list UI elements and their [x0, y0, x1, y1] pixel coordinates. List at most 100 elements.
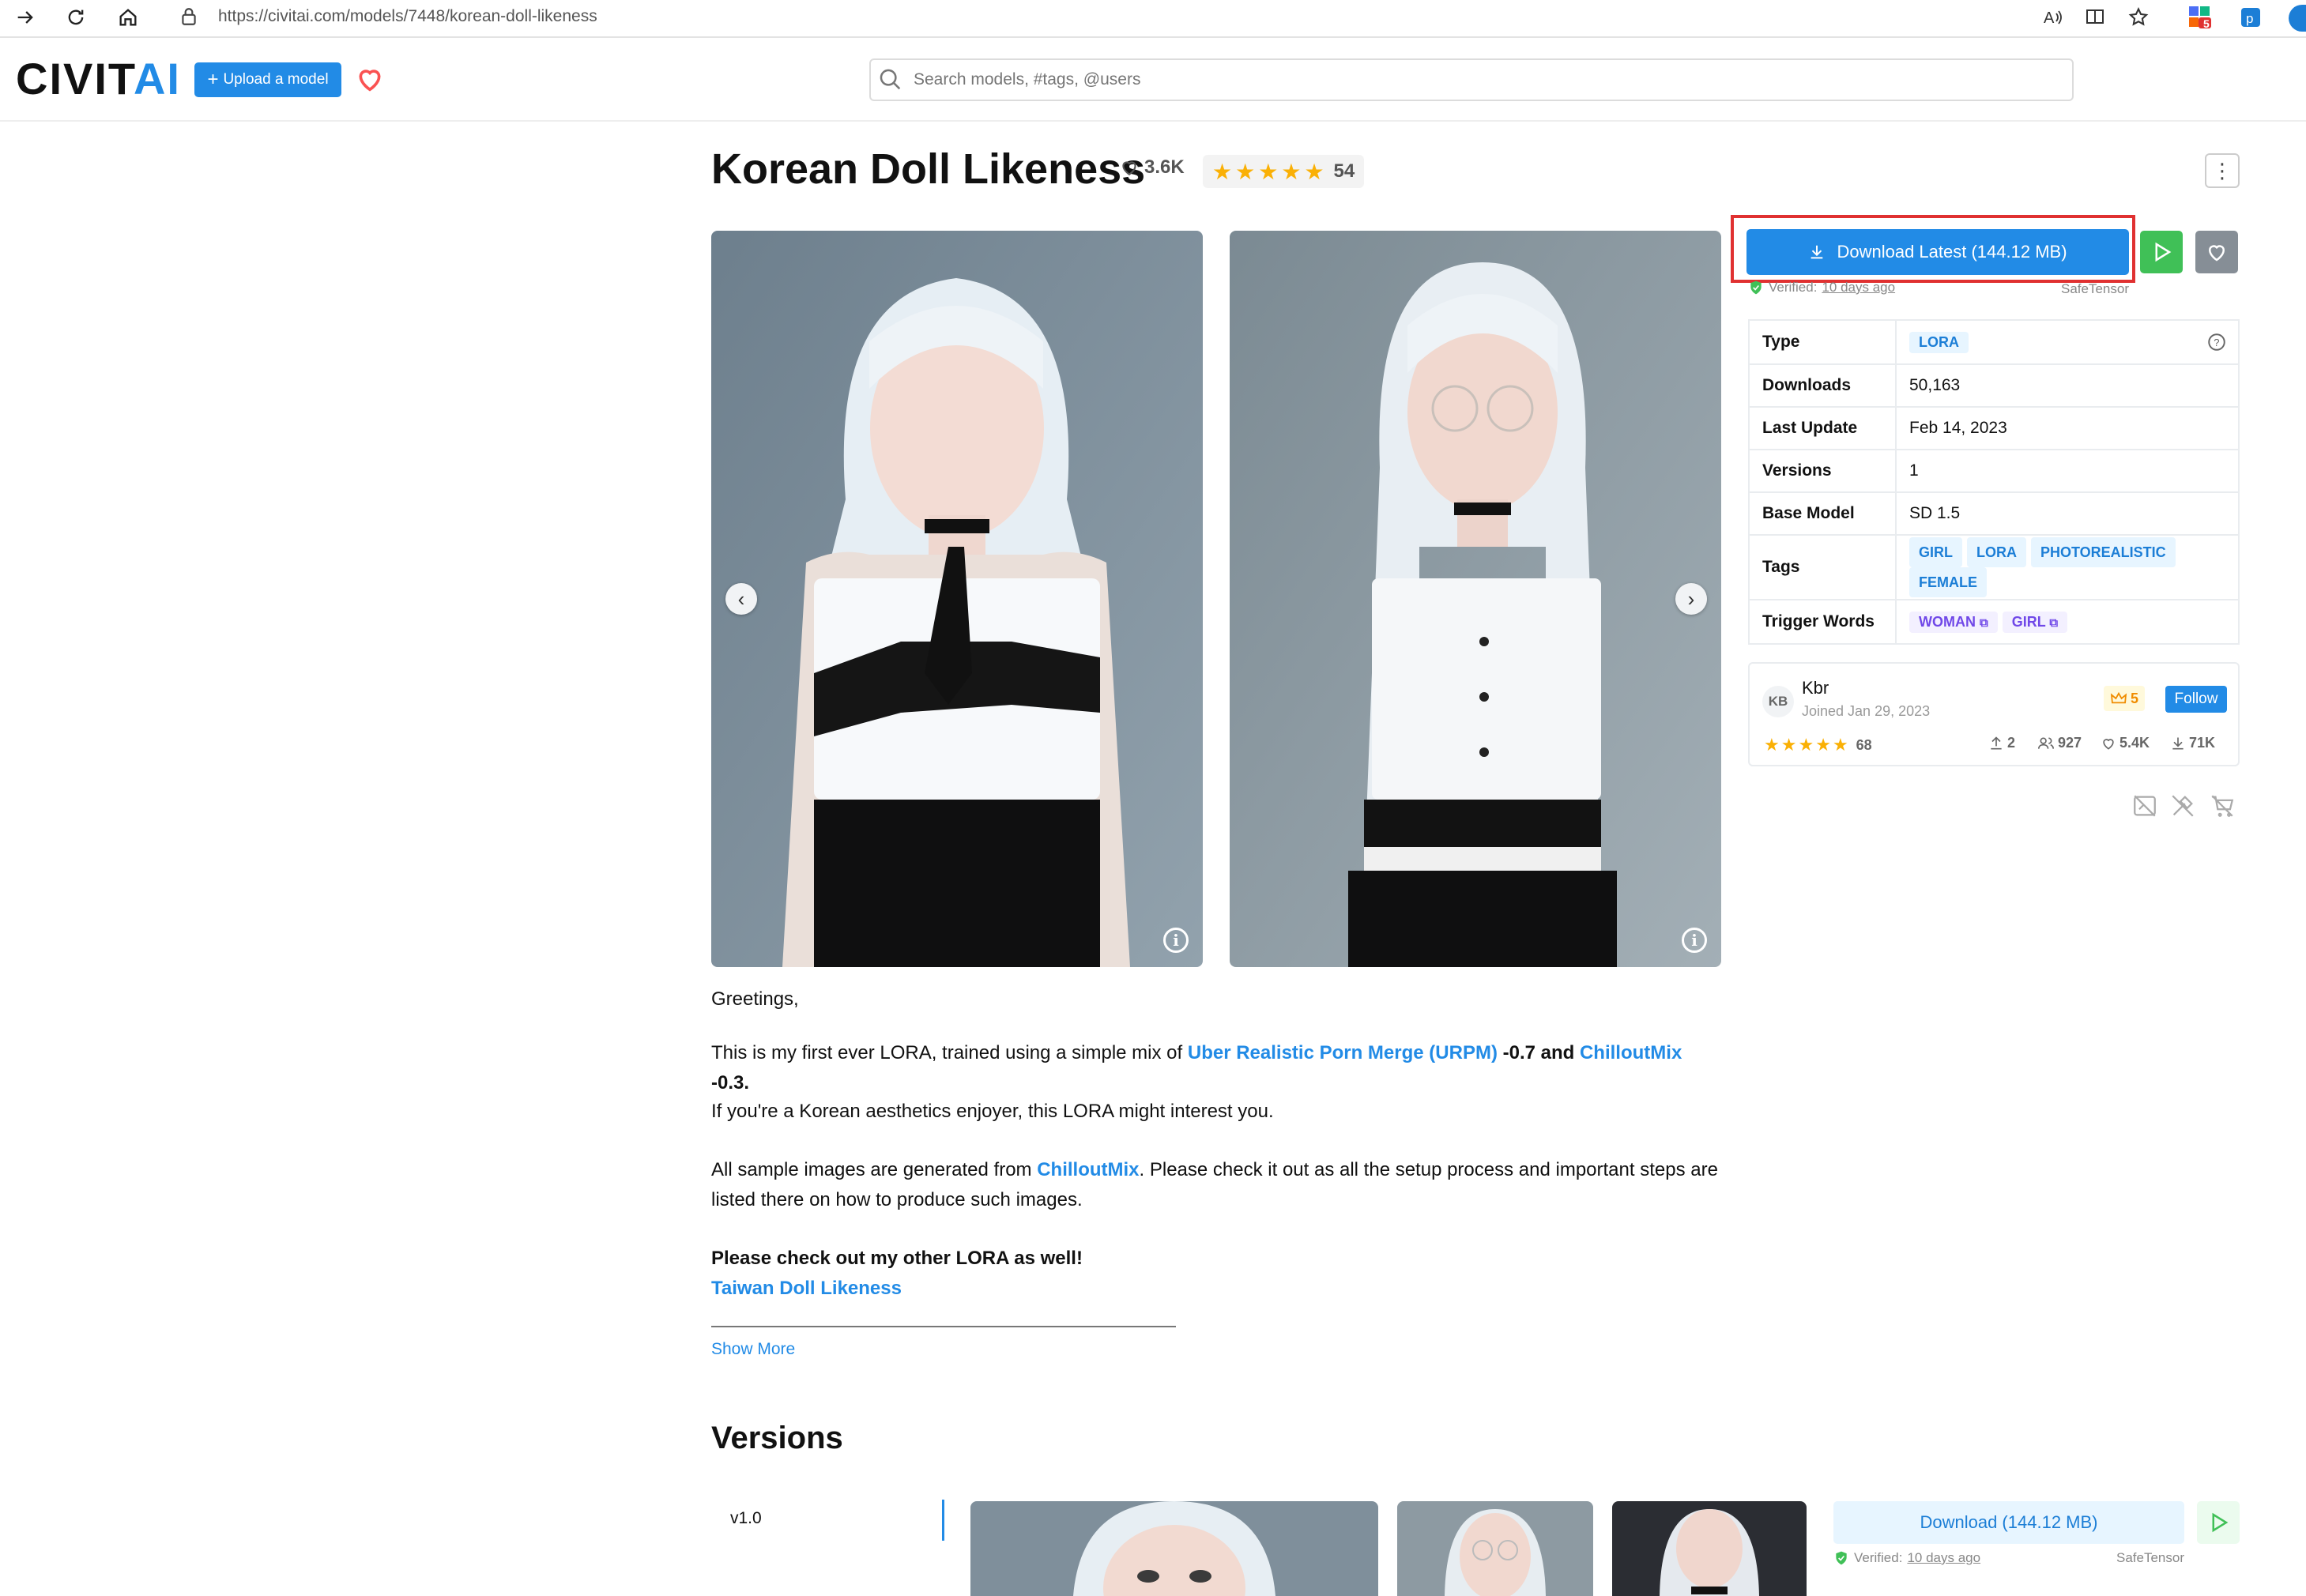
- copy-icon: ⧉: [1980, 615, 1988, 630]
- rank-value: 5: [2130, 690, 2138, 706]
- read-aloud-icon[interactable]: A: [2039, 3, 2067, 32]
- chilloutmix-link[interactable]: ChilloutMix: [1037, 1159, 1139, 1180]
- star-icon: ★: [1212, 159, 1233, 184]
- details-value: WOMAN ⧉ GIRL ⧉: [1896, 600, 2239, 644]
- desc-bold-text: -0.7 and: [1497, 1042, 1580, 1063]
- desc-text: This is my first ever LORA, trained usin…: [711, 1042, 1188, 1063]
- details-key: Trigger Words: [1749, 600, 1897, 644]
- download-latest-button[interactable]: Download Latest (144.12 MB): [1746, 229, 2129, 275]
- svg-text:?: ?: [2214, 337, 2219, 348]
- details-key: Downloads: [1749, 364, 1897, 408]
- version-tab-indicator: [942, 1500, 944, 1541]
- verified-label: Verified:: [1854, 1550, 1903, 1565]
- sample-image-2[interactable]: [1230, 231, 1721, 967]
- trigger-word-badge[interactable]: GIRL ⧉: [2002, 611, 2068, 633]
- home-icon[interactable]: [112, 2, 144, 33]
- chilloutmix-link[interactable]: ChilloutMix: [1580, 1042, 1682, 1063]
- play-icon: [2212, 1512, 2229, 1533]
- favorite-star-icon[interactable]: [2124, 3, 2153, 32]
- show-more-link[interactable]: Show More: [711, 1340, 795, 1359]
- extension-icon[interactable]: [2186, 3, 2214, 32]
- help-icon[interactable]: ?: [2206, 332, 2227, 357]
- model-details-table: Type LORA ? Downloads 50,163 Last Update…: [1748, 319, 2240, 645]
- likes-value: 3.6K: [1144, 156, 1185, 178]
- carousel-prev-button[interactable]: ‹: [725, 583, 757, 615]
- followers-value: 927: [2058, 735, 2082, 751]
- reader-view-icon[interactable]: [2082, 3, 2110, 32]
- no-brush-icon[interactable]: [2167, 790, 2199, 822]
- details-row-tags: Tags GIRL LORA PHOTOREALISTIC FEMALE: [1749, 535, 2239, 600]
- follow-button[interactable]: Follow: [2165, 686, 2227, 713]
- favorite-button[interactable]: [2195, 231, 2238, 273]
- trigger-word-text: GIRL: [2011, 613, 2046, 630]
- no-cart-icon[interactable]: [2206, 790, 2238, 822]
- desc-bold-text: -0.3.: [711, 1072, 750, 1093]
- versions-heading: Versions: [711, 1421, 843, 1455]
- details-row-versions: Versions 1: [1749, 450, 2239, 493]
- trigger-word-badge[interactable]: WOMAN ⧉: [1909, 611, 1998, 633]
- creator-joined: Joined Jan 29, 2023: [1802, 703, 1931, 719]
- users-icon: [2038, 737, 2054, 749]
- desc-paragraph-4: Please check out my other LORA as well!: [711, 1248, 1083, 1269]
- civitai-logo[interactable]: CIVITAI: [16, 55, 181, 103]
- avatar[interactable]: KB: [1762, 686, 1794, 717]
- image-info-icon[interactable]: i: [1163, 928, 1189, 953]
- search-input[interactable]: [912, 70, 2022, 90]
- no-image-icon[interactable]: [2129, 790, 2161, 822]
- more-options-button[interactable]: ⋮: [2205, 153, 2240, 188]
- star-icon: ★: [1764, 735, 1780, 755]
- creator-rating-count: 68: [1856, 736, 1872, 753]
- version-image-2[interactable]: [1397, 1501, 1593, 1596]
- details-value: 50,163: [1896, 364, 2239, 408]
- details-key: Versions: [1749, 450, 1897, 493]
- version-tab-v1[interactable]: v1.0: [730, 1509, 762, 1528]
- search-icon: [877, 66, 904, 97]
- reload-icon[interactable]: [60, 2, 92, 33]
- creator-uploads-stat: 2: [1988, 735, 2015, 751]
- version-run-button[interactable]: [2197, 1501, 2240, 1544]
- tag-badge[interactable]: LORA: [1967, 537, 2026, 567]
- type-badge: LORA: [1909, 331, 1969, 353]
- star-icon: ★: [1258, 159, 1279, 184]
- support-heart-icon[interactable]: [354, 63, 386, 95]
- verified-label: Verified:: [1769, 280, 1818, 295]
- heart-outline-icon: [2103, 738, 2114, 750]
- rating-badge[interactable]: ★ ★ ★ ★ ★ 54: [1203, 155, 1365, 188]
- verified-status: Verified: 10 days ago: [1748, 280, 1895, 295]
- details-key: Last Update: [1749, 407, 1897, 450]
- desc-paragraph-1: This is my first ever LORA, trained usin…: [711, 1038, 1723, 1098]
- details-value: Feb 14, 2023: [1896, 407, 2239, 450]
- address-bar[interactable]: https://civitai.com/models/7448/korean-d…: [218, 5, 597, 28]
- details-key: Type: [1749, 320, 1897, 365]
- details-row-last-update: Last Update Feb 14, 2023: [1749, 407, 2239, 450]
- shield-check-icon: [1750, 280, 1762, 295]
- tag-badge[interactable]: GIRL: [1909, 537, 1962, 567]
- desc-paragraph-2: If you're a Korean aesthetics enjoyer, t…: [711, 1101, 1274, 1122]
- upload-icon: [1991, 736, 2002, 749]
- details-value: 1: [1896, 450, 2239, 493]
- run-model-button[interactable]: [2140, 231, 2183, 273]
- file-format-label: SafeTensor: [2061, 281, 2129, 296]
- forward-arrow-icon[interactable]: [9, 2, 41, 33]
- tag-badge[interactable]: FEMALE: [1909, 567, 1987, 597]
- urpm-link[interactable]: Uber Realistic Porn Merge (URPM): [1188, 1042, 1498, 1063]
- image-info-icon[interactable]: i: [1682, 928, 1707, 953]
- version-download-button[interactable]: Download (144.12 MB): [1833, 1501, 2184, 1544]
- profile-extension-icon[interactable]: p: [2236, 3, 2265, 32]
- upload-model-button[interactable]: + Upload a model: [194, 62, 341, 97]
- carousel-next-button[interactable]: ›: [1675, 583, 1707, 615]
- taiwan-doll-link[interactable]: Taiwan Doll Likeness: [711, 1278, 902, 1299]
- version-image-3[interactable]: [1612, 1501, 1807, 1596]
- version-image-1[interactable]: [970, 1501, 1378, 1596]
- sample-image-1[interactable]: [711, 231, 1203, 967]
- creator-name[interactable]: Kbr: [1802, 678, 1829, 698]
- star-icon: ★: [1815, 735, 1831, 755]
- details-key: Tags: [1749, 535, 1897, 600]
- trigger-word-text: WOMAN: [1919, 613, 1976, 630]
- version-verified-status: Verified: 10 days ago: [1833, 1550, 1980, 1566]
- divider: [711, 1326, 1176, 1327]
- play-icon: [2155, 242, 2172, 262]
- details-value: LORA ?: [1896, 320, 2239, 365]
- details-row-type: Type LORA ?: [1749, 320, 2239, 365]
- tag-badge[interactable]: PHOTOREALISTIC: [2031, 537, 2176, 567]
